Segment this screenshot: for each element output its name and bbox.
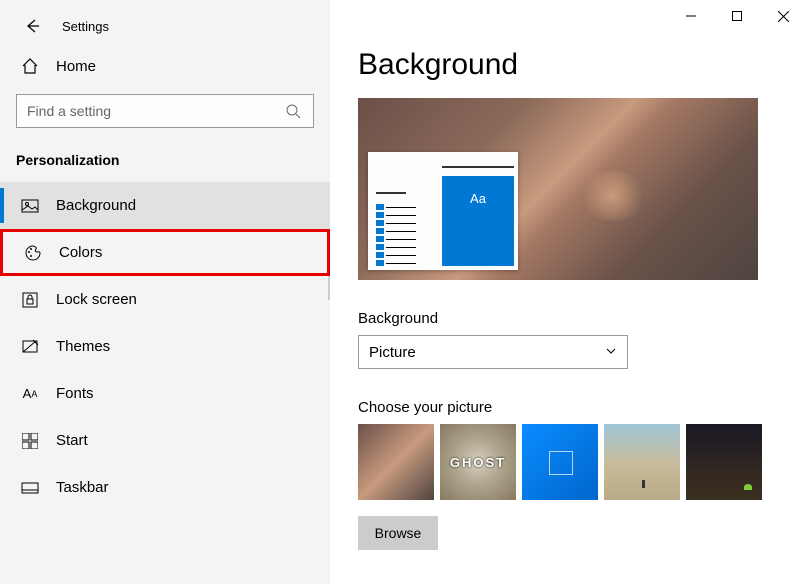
titlebar: Settings [0, 10, 330, 46]
back-icon[interactable] [22, 16, 42, 36]
picture-thumb-1[interactable] [358, 424, 434, 500]
close-button[interactable] [760, 0, 806, 32]
search-box[interactable] [16, 94, 314, 128]
nav-label: Colors [59, 244, 102, 261]
dropdown-value: Picture [369, 344, 416, 361]
search-icon [283, 101, 303, 121]
nav-label: Taskbar [56, 479, 109, 496]
settings-title: Settings [62, 19, 109, 34]
minimize-button[interactable] [668, 0, 714, 32]
preview-tiles: Aa [442, 166, 514, 266]
start-icon [20, 431, 40, 451]
nav-themes[interactable]: Themes [0, 323, 330, 370]
nav-label: Background [56, 197, 136, 214]
nav-label: Lock screen [56, 291, 137, 308]
taskbar-icon [20, 478, 40, 498]
sidebar: Settings Home Personalization Background… [0, 0, 330, 584]
home-label: Home [56, 58, 96, 75]
search-input[interactable] [27, 103, 283, 119]
nav-label: Fonts [56, 385, 94, 402]
nav-label: Themes [56, 338, 110, 355]
nav-background[interactable]: Background [0, 182, 330, 229]
preview-panel: Aa [368, 152, 518, 270]
chevron-down-icon [605, 344, 617, 361]
nav-label: Start [56, 432, 88, 449]
main-panel: Background Aa [330, 0, 806, 584]
picture-thumb-2[interactable]: GHOST [440, 424, 516, 500]
fonts-icon: AA [20, 384, 40, 404]
nav-taskbar[interactable]: Taskbar [0, 464, 330, 511]
background-dropdown-label: Background [358, 310, 778, 327]
preview-aa-tile: Aa [442, 176, 514, 220]
picture-thumb-3[interactable] [522, 424, 598, 500]
home-icon [20, 56, 40, 76]
picture-thumb-4[interactable] [604, 424, 680, 500]
nav-start[interactable]: Start [0, 417, 330, 464]
section-title: Personalization [0, 146, 330, 182]
choose-picture-label: Choose your picture [358, 399, 778, 416]
picture-thumb-5[interactable] [686, 424, 762, 500]
picture-thumbnails: GHOST [358, 424, 778, 500]
themes-icon [20, 337, 40, 357]
nav-fonts[interactable]: AA Fonts [0, 370, 330, 417]
picture-icon [20, 196, 40, 216]
background-preview: Aa [358, 98, 758, 280]
browse-button[interactable]: Browse [358, 516, 438, 550]
preview-menu-lines [372, 184, 438, 266]
nav-colors[interactable]: Colors [0, 229, 330, 276]
nav-lockscreen[interactable]: Lock screen [0, 276, 330, 323]
maximize-button[interactable] [714, 0, 760, 32]
window-controls [668, 0, 806, 32]
background-dropdown[interactable]: Picture [358, 335, 628, 369]
page-title: Background [358, 48, 778, 82]
home-button[interactable]: Home [0, 46, 330, 90]
lockscreen-icon [20, 290, 40, 310]
palette-icon [23, 243, 43, 263]
